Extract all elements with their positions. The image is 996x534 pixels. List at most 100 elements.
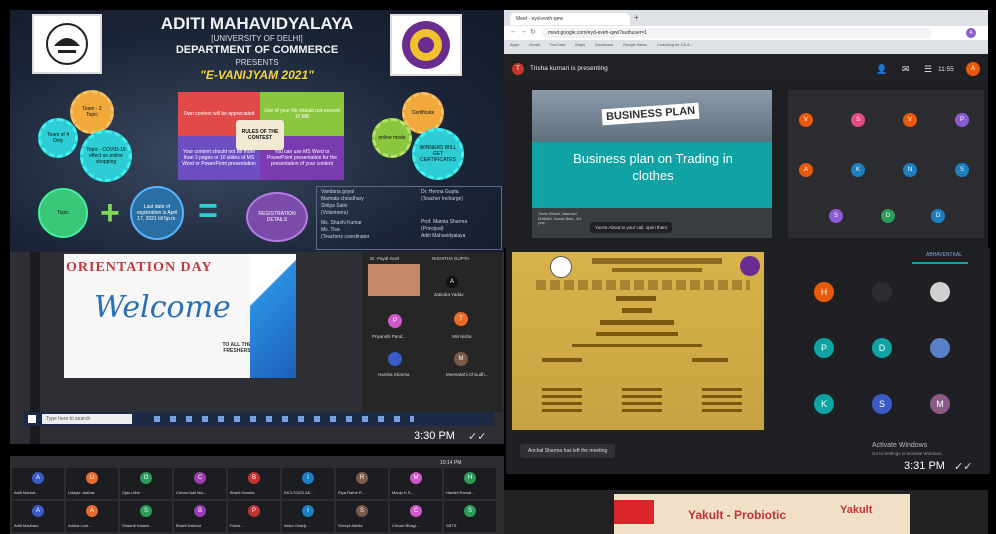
rule-gear: WINNERS WILL GET CERTIFICATES — [412, 128, 464, 180]
participant-avatar: B — [194, 505, 206, 517]
address-bar[interactable]: meet.google.com/eyd-eveh-qew?authuser=1 — [542, 28, 932, 38]
bookmark-item[interactable]: Download — [595, 42, 613, 52]
participant-avatar[interactable]: D — [931, 209, 945, 223]
back-icon[interactable]: ← — [510, 28, 517, 35]
slide-names: Trisha Gilbarti, Vaishnavi DHIMAN, Kumar… — [538, 212, 582, 226]
volunteers-list: Vandana goyal Mamata choudhary Shilpa Sa… — [321, 189, 370, 240]
gallery-tile[interactable]: B Bharti Kalfond — [174, 501, 226, 532]
reload-icon[interactable]: ↻ — [530, 28, 536, 36]
gallery-tile[interactable]: B Bharti Harsha — [228, 468, 280, 499]
participant-name: Pahal... — [230, 523, 244, 528]
meet2-clock: 3:31 PM — [904, 460, 945, 472]
windows-start-icon[interactable] — [28, 415, 36, 423]
participant-avatar: C — [410, 505, 422, 517]
bookmark-item[interactable]: Coaching for CA &... — [657, 42, 693, 52]
presenter-avatar: T — [512, 63, 524, 75]
gallery-tile[interactable]: C Chhavi Bhagi... — [390, 501, 442, 532]
participant-name: Adrika Loni... — [68, 523, 92, 528]
orientation-title: ORIENTATION DAY — [66, 260, 213, 275]
meet-toast: You're About to your call, open them — [590, 222, 672, 233]
participant-avatar[interactable] — [930, 282, 950, 302]
certificate-line — [622, 308, 652, 313]
participant-avatar[interactable]: V — [799, 113, 813, 127]
people-icon[interactable]: 👤 — [876, 64, 887, 75]
participant-avatar[interactable]: H — [814, 282, 834, 302]
participant-avatar[interactable]: S — [955, 163, 969, 177]
taskbar-app-icons[interactable] — [154, 416, 414, 422]
shared-presentation: BUSINESS PLAN Business plan on Trading i… — [532, 90, 772, 238]
participant-name: Riya Rathe R... — [338, 490, 366, 495]
gallery-tile[interactable]: U Udaykr Jadhav — [66, 468, 118, 499]
gallery-tile[interactable]: P Pahal... — [228, 501, 280, 532]
participant-avatar[interactable]: P — [814, 338, 834, 358]
participant-name: Chhavi Bhagi... — [392, 523, 420, 528]
bookmark-item[interactable]: Maps — [575, 42, 585, 52]
participant-avatar: I — [302, 505, 314, 517]
participant-avatar[interactable]: K — [851, 163, 865, 177]
activities-icon[interactable]: ☰ — [924, 64, 932, 75]
bookmark-item[interactable]: Google News — [623, 42, 647, 52]
participant-name: Aditi Mahad... — [14, 490, 39, 495]
participant-avatar[interactable]: S — [829, 209, 843, 223]
participant-avatar[interactable]: N — [903, 163, 917, 177]
participant-avatar: H — [464, 472, 476, 484]
participant-avatar: A — [446, 276, 458, 288]
certificate-line — [600, 320, 674, 325]
participant-avatar[interactable]: D — [872, 338, 892, 358]
participant-avatar[interactable]: S — [851, 113, 865, 127]
gallery-tile[interactable]: A Adrika Loni... — [66, 501, 118, 532]
certificate-line — [702, 388, 742, 412]
browser-tab[interactable]: Meet - eyd-eveh-qew — [510, 13, 630, 25]
gallery-tile[interactable]: A Aditi Mahad... — [12, 468, 64, 499]
participant-avatar[interactable]: M — [930, 394, 950, 414]
windows-taskbar: Type here to search — [24, 412, 494, 426]
participant-name: Shreyti Adelia — [338, 523, 363, 528]
participant-name: Shaanti Kalami... — [122, 523, 153, 528]
bookmark-item[interactable]: Apps — [510, 42, 519, 52]
gallery-tile[interactable]: I Ishita Giranji... — [282, 501, 334, 532]
college-name: ADITI MAHAVIDYALAYA — [160, 14, 354, 33]
participant-avatar[interactable] — [872, 282, 892, 302]
certificate-line — [616, 296, 656, 301]
gallery-clock: 10:14 PM — [440, 460, 462, 466]
gallery-tile[interactable]: M Manju K.S... — [390, 468, 442, 499]
participant-name: Aditi Madhavi... — [14, 523, 42, 528]
chat-icon[interactable]: ✉ — [902, 64, 910, 75]
participant-avatar[interactable]: D — [881, 209, 895, 223]
gallery-tile[interactable]: S Shaanti Kalami... — [120, 501, 172, 532]
participant-avatar[interactable] — [930, 338, 950, 358]
department-name: DEPARTMENT OF COMMERCE — [175, 44, 339, 56]
e-vanijyam-poster: ADITI MAHAVIDYALAYA [UNIVERSITY OF DELHI… — [10, 10, 504, 252]
participant-avatar[interactable]: A — [799, 163, 813, 177]
participant-name: Chhavi Aali Ma... — [176, 490, 207, 495]
gallery-tile[interactable]: S Shreyti Adelia — [336, 501, 388, 532]
gallery-tile[interactable]: R Riya Rathe R... — [336, 468, 388, 499]
profile-avatar[interactable]: A — [966, 28, 976, 38]
gallery-tile[interactable]: O Ojas Lifhe — [120, 468, 172, 499]
new-tab-icon[interactable]: + — [634, 13, 639, 22]
bookmark-item[interactable]: YouTube — [550, 42, 566, 52]
deadline-circle: Last date of registration is April 17, 2… — [130, 186, 184, 240]
rule-gear: online mode — [372, 118, 412, 158]
participant-avatar[interactable]: P — [955, 113, 969, 127]
gallery-tile[interactable]: C Chhavi Aali Ma... — [174, 468, 226, 499]
shared-slide: ORIENTATION DAY Welcome TO ALL THE FRESH… — [64, 254, 296, 378]
gallery-tile[interactable]: A Aditi Madhavi... — [12, 501, 64, 532]
participants-panel: Dr. Payal Goel NISHITHA GUPTA Jatindra Y… — [362, 252, 502, 412]
bookmark-item[interactable]: Gmail — [529, 42, 539, 52]
participant-avatar[interactable]: S — [872, 394, 892, 414]
gallery-tile[interactable]: S SBTS — [444, 501, 496, 532]
taskbar-search-input[interactable]: Type here to search — [42, 414, 132, 424]
participant-avatar: B — [248, 472, 260, 484]
gallery-tile[interactable]: I INCLTOGS AE... — [282, 468, 334, 499]
self-avatar[interactable]: A — [966, 62, 980, 76]
participant-avatar[interactable]: V — [903, 113, 917, 127]
meet-header: T Trisha kumari is presenting 👤 ✉ ☰ 11:5… — [504, 54, 988, 86]
certificate-subheading — [612, 268, 702, 272]
yakult-presentation: Yakult - Probiotic Yakult — [504, 490, 988, 534]
gallery-tile[interactable]: H Harishi Ramal... — [444, 468, 496, 499]
participant-name: SBTS — [446, 523, 457, 528]
participant-avatar[interactable]: K — [814, 394, 834, 414]
certificate-logo-left — [550, 256, 572, 278]
forward-icon[interactable]: → — [520, 28, 527, 35]
